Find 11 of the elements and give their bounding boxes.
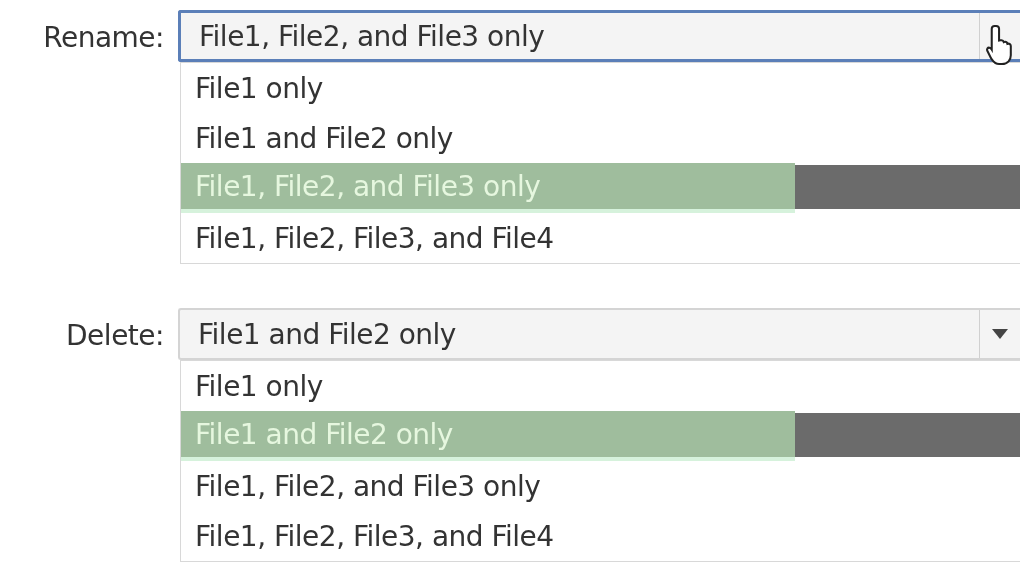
list-option[interactable]: File1, File2, File3, and File4 xyxy=(181,213,554,263)
field-label: Rename: xyxy=(43,20,165,56)
dropdown-arrow-icon xyxy=(992,329,1008,339)
dropdown-field[interactable]: File1 and File2 only xyxy=(178,308,1020,360)
list-option[interactable]: File1 only xyxy=(181,361,323,411)
list-option[interactable]: File1 and File2 only xyxy=(181,113,453,163)
dropdown-field[interactable]: File1, File2, and File3 only xyxy=(178,10,1020,62)
list-option[interactable]: File1, File2, File3, and File4 xyxy=(181,511,554,561)
list-option[interactable]: File1, File2, and File3 only xyxy=(181,461,541,511)
field-label: Delete: xyxy=(66,318,165,354)
list-option[interactable]: File1 only xyxy=(181,63,323,113)
